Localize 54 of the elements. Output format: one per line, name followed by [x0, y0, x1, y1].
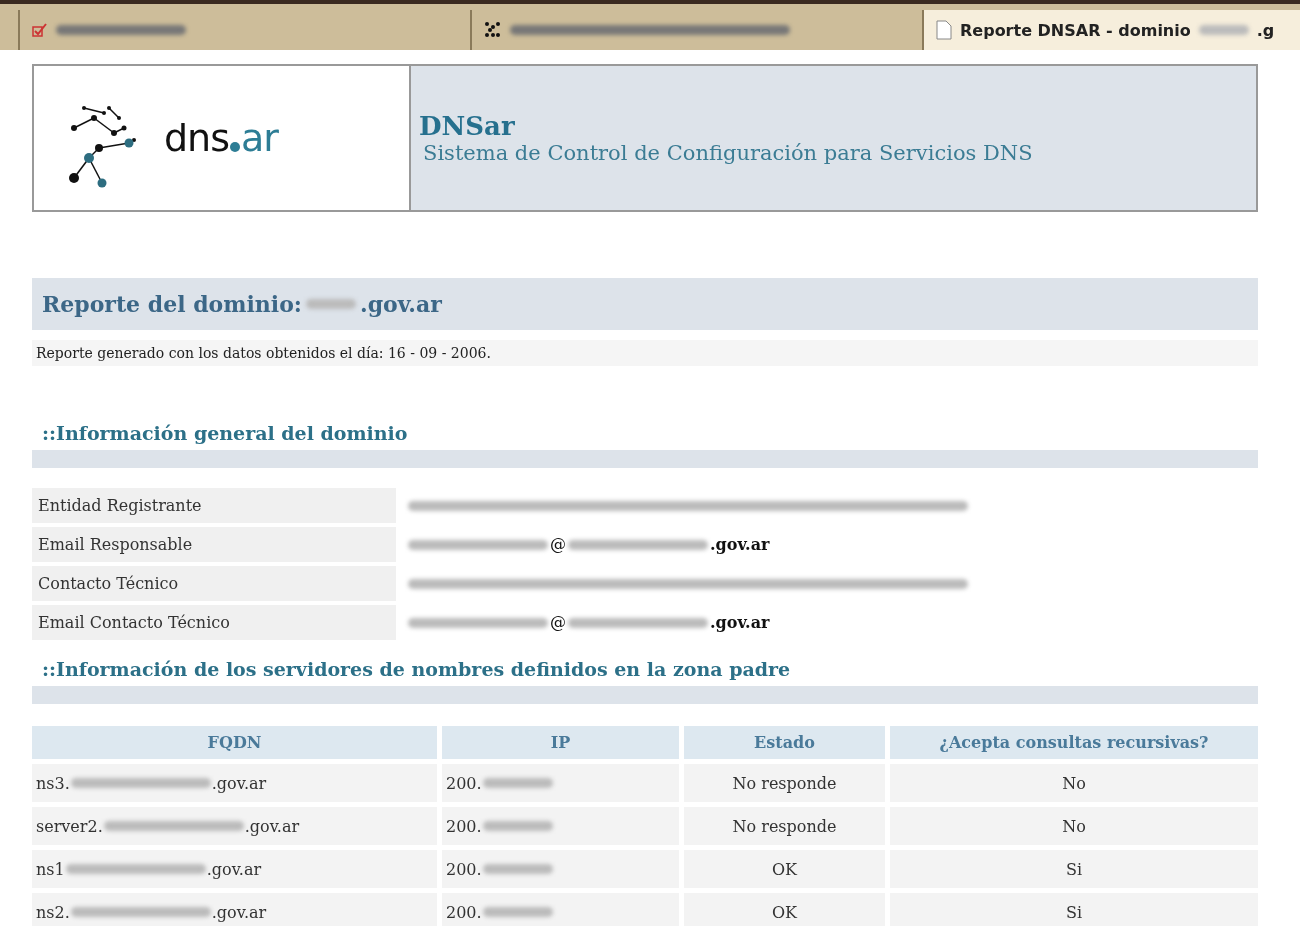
text: .gov.ar	[710, 613, 770, 632]
field-label: Entidad Registrante	[32, 488, 396, 523]
column-header: IP	[442, 726, 679, 759]
blurred-text	[482, 778, 553, 788]
text: @	[550, 535, 566, 554]
table-cell: Si	[890, 850, 1258, 888]
text: ns1	[36, 859, 65, 879]
section-heading: ::Información de los servidores de nombres definidos en la zona padre	[41, 658, 792, 682]
text: Reporte DNSAR - dominio	[960, 20, 1191, 40]
text: @	[550, 613, 566, 632]
blurred-text	[482, 907, 553, 917]
column-header: FQDN	[32, 726, 437, 759]
text: .gov.ar	[211, 773, 267, 793]
text: 200.	[446, 816, 482, 836]
text: 200.	[446, 859, 482, 879]
logo-text: dns	[164, 116, 229, 160]
table-cell: No responde	[684, 807, 885, 845]
text: .gov.ar	[244, 816, 300, 836]
blurred-text	[482, 864, 553, 874]
text: Reporte del dominio:	[42, 291, 302, 317]
logo-text: ar	[241, 116, 278, 160]
blurred-text	[482, 821, 553, 831]
column-header: Estado	[684, 726, 885, 759]
text: .gov.ar	[211, 902, 267, 922]
blurred-text	[1198, 25, 1249, 35]
blurred-text	[306, 299, 356, 309]
text: ns3.	[36, 773, 70, 793]
field-label: Contacto Técnico	[32, 566, 396, 601]
text: ns2.	[36, 902, 70, 922]
browser-tab[interactable]: Reporte DNSAR - dominio .g	[922, 10, 1300, 50]
field-label: Email Contacto Técnico	[32, 605, 396, 640]
checkbox-icon	[32, 23, 48, 37]
text: .gov.ar	[206, 859, 262, 879]
site-subtitle: Sistema de Control de Configuración para Servicios DNS	[422, 141, 1034, 165]
field-label: Email Responsable	[32, 527, 396, 562]
table-cell: OK	[684, 850, 885, 888]
text: 200.	[446, 773, 482, 793]
page-icon	[936, 20, 952, 40]
text: .gov.ar	[710, 535, 770, 554]
column-header: ¿Acepta consultas recursivas?	[890, 726, 1258, 759]
section-heading: ::Información general del dominio	[41, 422, 409, 446]
site-title: DNSar	[419, 111, 516, 141]
table-cell: No	[890, 807, 1258, 845]
report-date-text: Reporte generado con los datos obtenidos el día: 16 - 09 - 2006.	[32, 340, 1258, 366]
table-cell: No	[890, 764, 1258, 802]
text: .gov.ar	[360, 291, 442, 317]
text: 200.	[446, 902, 482, 922]
text: server2.	[36, 816, 103, 836]
table-cell: Si	[890, 893, 1258, 926]
dots-icon	[484, 21, 502, 39]
dot-icon	[229, 141, 241, 153]
table-cell: No responde	[684, 764, 885, 802]
table-cell: OK	[684, 893, 885, 926]
text: .g	[1256, 20, 1275, 40]
